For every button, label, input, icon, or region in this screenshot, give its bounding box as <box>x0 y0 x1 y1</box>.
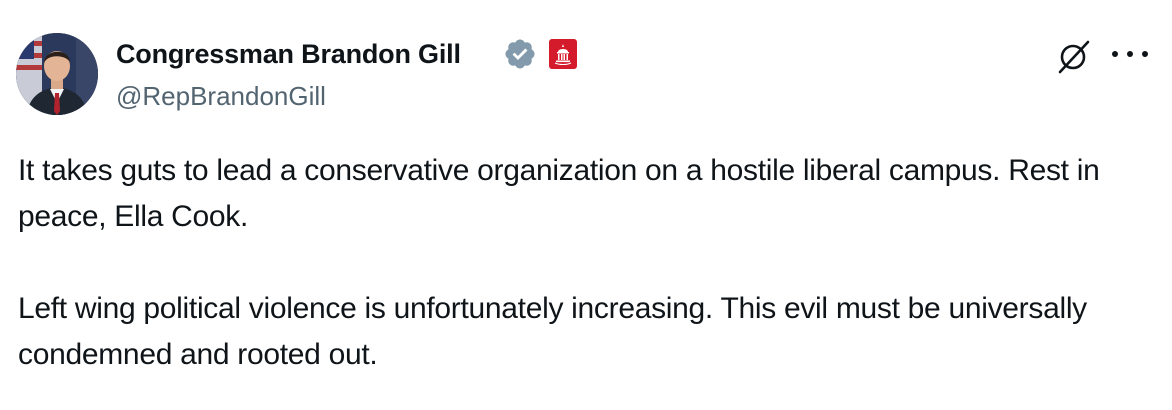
post-card: Congressman Brandon Gill @RepBrandonGill <box>0 0 1172 410</box>
author-display-name[interactable]: Congressman Brandon Gill <box>116 36 461 72</box>
post-paragraph: Left wing political violence is unfortun… <box>18 292 1087 371</box>
grok-icon[interactable] <box>1054 36 1094 76</box>
post-text: It takes guts to lead a conservative org… <box>18 148 1158 378</box>
verified-badge-icon[interactable] <box>503 37 537 71</box>
author-avatar[interactable] <box>16 33 98 115</box>
more-options-icon[interactable] <box>1112 42 1148 66</box>
author-handle[interactable]: @RepBrandonGill <box>116 79 326 113</box>
post-paragraph: It takes guts to lead a conservative org… <box>18 154 1100 233</box>
author-badges <box>503 37 577 71</box>
us-house-seal-badge-icon[interactable] <box>549 39 577 69</box>
